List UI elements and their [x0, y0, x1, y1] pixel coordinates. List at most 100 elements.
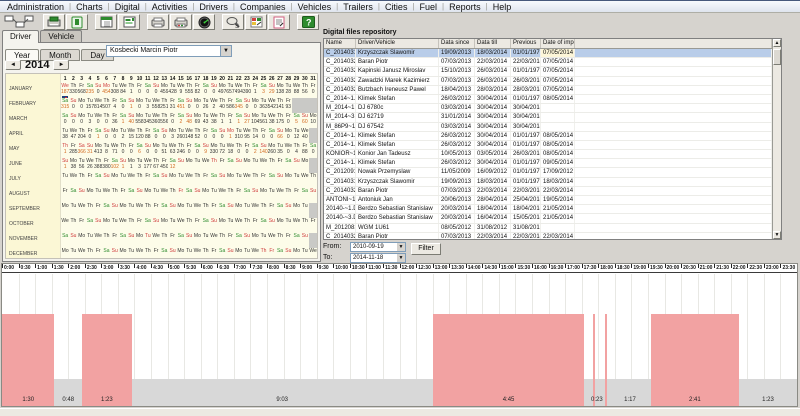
calendar-day-cell[interactable]: Th141 — [276, 98, 284, 113]
calendar-day-cell[interactable]: Su — [168, 203, 176, 218]
calendar-day-cell[interactable]: Fr0 — [259, 128, 267, 143]
calendar-day-cell[interactable]: Th56 — [301, 83, 309, 98]
menu-item-digital[interactable]: Digital — [111, 2, 144, 12]
calendar-day-cell[interactable]: Fr1 — [226, 113, 234, 128]
calendar-day-cell[interactable]: Sa — [243, 188, 251, 203]
table-row[interactable]: 20140-~1.DDDBerdzo Sebastian Stanislaw20… — [324, 205, 772, 214]
calendar-day-cell[interactable]: Su — [127, 233, 135, 248]
calendar-day-cell[interactable]: Th1 — [218, 113, 226, 128]
calendar-day-cell[interactable]: Mo — [177, 203, 185, 218]
calendar-day-cell[interactable]: Fr — [218, 158, 226, 173]
calendar-day-cell[interactable]: We0 — [284, 143, 292, 158]
calendar-day-cell[interactable]: Th — [284, 188, 292, 203]
calendar-day-cell[interactable]: Sa — [218, 248, 226, 259]
calendar-day-cell[interactable]: Tu428 — [168, 83, 176, 98]
calendar-day-cell[interactable]: Su — [193, 188, 201, 203]
calendar-day-cell[interactable]: Su — [292, 158, 300, 173]
table-row[interactable]: C_2014~1.DDKlimek Stefan26/03/201230/04/… — [324, 132, 772, 141]
calendar-day-cell[interactable]: Su0 — [210, 83, 218, 98]
calendar-day-cell[interactable]: Fr — [78, 218, 86, 233]
filter-button[interactable]: Filter — [411, 243, 441, 255]
calendar-day-cell[interactable]: Su — [78, 188, 86, 203]
workflow-button[interactable] — [2, 14, 36, 30]
calendar-day-cell[interactable]: We — [193, 203, 201, 218]
calendar-day-cell[interactable]: We — [102, 188, 110, 203]
calendar-day-cell[interactable]: Mo — [235, 203, 243, 218]
calendar-day-cell[interactable]: Tu — [127, 248, 135, 259]
calendar-day-cell[interactable]: Fr0 — [168, 113, 176, 128]
calendar-day-cell[interactable]: Mo0 — [78, 98, 86, 113]
table-row[interactable]: C_2014~1.DDKlimek Stefan26/03/201230/04/… — [324, 95, 772, 104]
calendar-day-cell[interactable]: Fr — [86, 173, 94, 188]
calendar-day-cell[interactable]: We — [276, 188, 284, 203]
calendar-day-cell[interactable]: We — [160, 188, 168, 203]
calendar-day-cell[interactable]: Su1 — [61, 158, 69, 173]
calendar-day-cell[interactable]: Mo — [61, 248, 69, 259]
search-disc-button[interactable]: S — [222, 14, 244, 30]
calendar-day-cell[interactable]: We84 — [119, 83, 127, 98]
calendar-day-cell[interactable]: Mo — [243, 158, 251, 173]
calendar-day-cell[interactable]: Sa — [160, 203, 168, 218]
calendar-day-cell[interactable]: Sa5 — [292, 113, 300, 128]
calendar-day-cell[interactable]: Mo497 — [218, 83, 226, 98]
calendar-day-cell[interactable]: Th52 — [193, 128, 201, 143]
calendar-day-cell[interactable]: Sa — [284, 158, 292, 173]
calendar-day-cell[interactable]: We — [61, 218, 69, 233]
help-button[interactable]: ? — [297, 14, 319, 30]
calendar-day-cell[interactable]: Su — [177, 158, 185, 173]
calendar-day-cell[interactable]: Sa12 — [168, 158, 176, 173]
calendar-day-cell[interactable]: Th — [86, 248, 94, 259]
calendar-day-cell[interactable]: We — [259, 158, 267, 173]
calendar-day-cell[interactable]: Su — [102, 173, 110, 188]
calendar-day-cell[interactable]: Fr — [144, 173, 152, 188]
calendar-day-cell[interactable]: Sa — [177, 233, 185, 248]
calendar-day-cell[interactable]: We — [210, 233, 218, 248]
calendar-day-cell[interactable]: Sa — [185, 188, 193, 203]
calendar-day-cell[interactable]: Mo — [111, 173, 119, 188]
calendar-day-cell[interactable]: Mo0 — [284, 128, 292, 143]
menu-item-fuel[interactable]: Fuel — [416, 2, 442, 12]
calendar-day-cell[interactable]: Mo — [235, 248, 243, 259]
calendar-day-cell[interactable]: Th251 — [160, 98, 168, 113]
calendar-day-cell[interactable]: We40 — [301, 128, 309, 143]
calendar-day-cell[interactable]: Sa1 — [94, 128, 102, 143]
calendar-day-cell[interactable]: Tu12 — [292, 128, 300, 143]
calendar-day-cell[interactable]: We71 — [111, 143, 119, 158]
calendar-day-cell[interactable]: Th1 — [61, 143, 69, 158]
calendar-day-cell[interactable]: We — [202, 158, 210, 173]
calendar-day-cell[interactable]: Fr — [276, 158, 284, 173]
calendar-day-cell[interactable]: Tu — [235, 173, 243, 188]
calendar-day-cell[interactable]: Sa — [226, 158, 234, 173]
calendar-day-cell[interactable]: Sa — [86, 218, 94, 233]
calendar-day-cell[interactable]: Fr — [292, 188, 300, 203]
calendar-day-cell[interactable]: Tu2 — [119, 128, 127, 143]
calendar-day-cell[interactable]: Th — [202, 203, 210, 218]
calendar-day-cell[interactable]: Fr568 — [78, 83, 86, 98]
table-row[interactable]: 20140-~3.DDDBerdzo Sebastian Stanislaw20… — [324, 214, 772, 223]
calendar-day-cell[interactable]: Su0 — [69, 113, 77, 128]
column-header[interactable]: Name — [324, 39, 356, 48]
calendar-day-cell[interactable]: Mo — [193, 233, 201, 248]
calendar-day-cell[interactable]: Th — [259, 203, 267, 218]
calendar-day-cell[interactable]: Th246 — [177, 143, 185, 158]
table-row[interactable]: C_20120917_0Nowak Przemyslaw11/05/200916… — [324, 168, 772, 177]
calendar-day-cell[interactable]: Fr — [193, 218, 201, 233]
calendar-day-cell[interactable]: Su0 — [160, 128, 168, 143]
calendar-day-cell[interactable]: Su — [309, 188, 317, 203]
calendar-day-cell[interactable]: Tu — [86, 233, 94, 248]
calendar-day-cell[interactable]: Sa0 — [119, 98, 127, 113]
calendar-day-cell[interactable]: Su27 — [243, 113, 251, 128]
calendar-day-cell[interactable]: Th — [210, 158, 218, 173]
calendar-day-cell[interactable]: Th — [218, 233, 226, 248]
calendar-day-cell[interactable]: Mo — [135, 233, 143, 248]
calendar-day-cell[interactable]: Tu — [202, 233, 210, 248]
calendar-day-cell[interactable]: We — [69, 173, 77, 188]
calendar-day-cell[interactable]: Mo — [259, 188, 267, 203]
calendar-day-cell[interactable]: Sa — [127, 188, 135, 203]
calendar-day-cell[interactable]: Tu — [259, 233, 267, 248]
calendar-day-cell[interactable]: Su — [152, 218, 160, 233]
calendar-day-cell[interactable]: We — [218, 188, 226, 203]
calendar-day-cell[interactable]: Sa451 — [177, 98, 185, 113]
calendar-day-cell[interactable]: Tu — [119, 173, 127, 188]
calendar-day-cell[interactable]: Mo — [168, 173, 176, 188]
